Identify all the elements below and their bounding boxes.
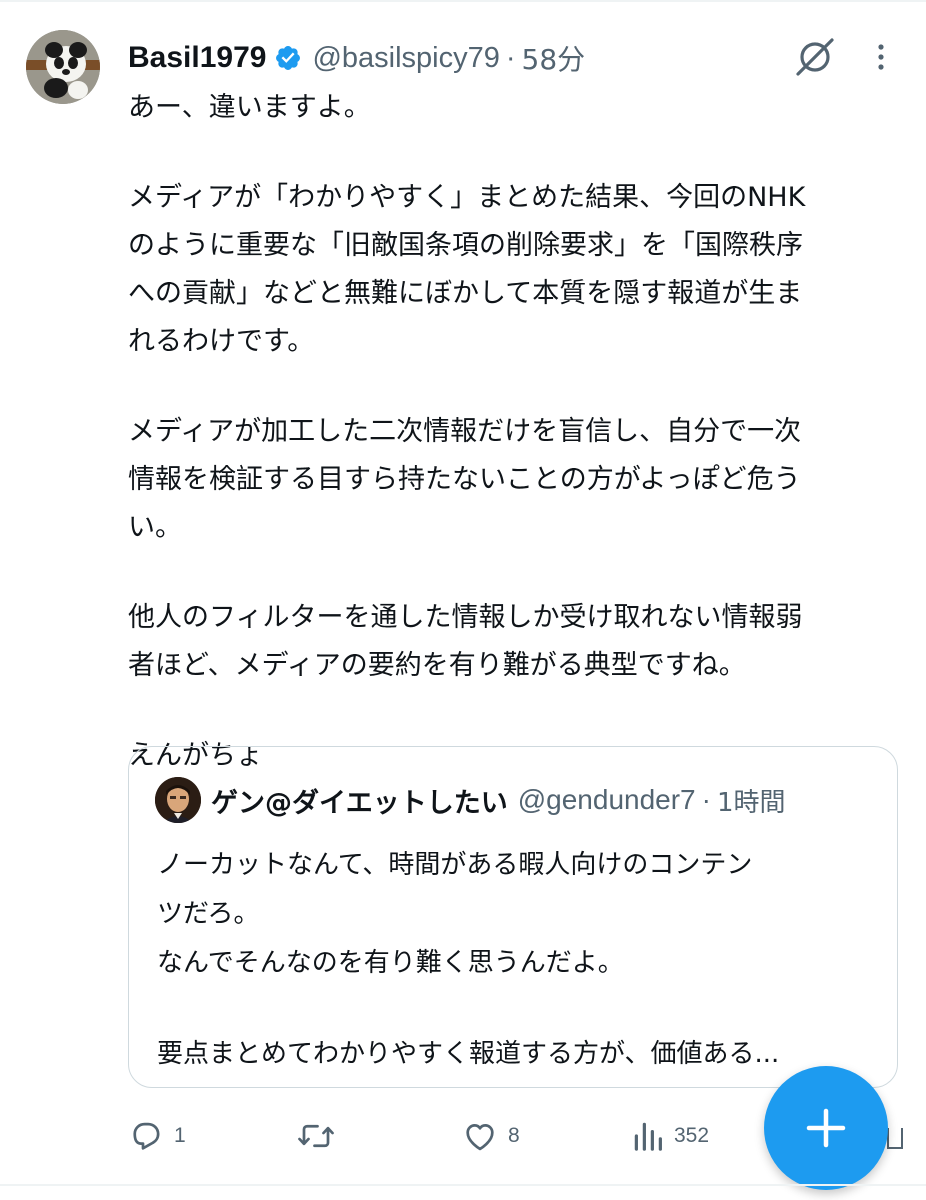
reply-button[interactable]: 1 [128,1108,186,1164]
bottom-divider [0,1184,926,1186]
grok-button[interactable] [790,34,840,80]
reply-count: 1 [174,1124,186,1147]
tweet-body: あー、違いますよ。 メディアが「わかりやすく」まとめた結果、今回のNHK のよう… [128,84,898,780]
compose-post-button[interactable] [764,1066,888,1190]
quote-author-handle[interactable]: @gendunder7 [518,784,696,816]
quote-author-display-name[interactable]: ゲン@ダイエットしたい [211,781,508,820]
author-handle[interactable]: @basilspicy79 [312,42,499,75]
panda-avatar-icon [26,30,100,104]
heart-icon [466,1124,494,1151]
quote-author-avatar[interactable] [155,777,201,823]
tweet-line: い。 [128,512,182,543]
tweet-line: メディアが加工した二次情報だけを盲信し、自分で一次 [128,416,802,447]
tweet-line: 情報を検証する目すら持たないことの方がよっぽど危う [128,464,801,495]
quote-line: 要点まとめてわかりやすく報道する方が、価値ある... [157,1039,780,1069]
tweet-header: Basil1979 @basilspicy79 · 58分 [128,38,585,78]
verified-badge-icon[interactable] [274,44,302,72]
author-avatar[interactable] [26,30,100,104]
like-count: 8 [508,1124,520,1147]
reply-icon [133,1122,160,1150]
separator-dot: · [505,41,516,74]
views-button[interactable]: 352 [632,1108,709,1164]
tweet-line: れるわけです。 [128,326,315,357]
tweet-line: への貢献」などと無難にぼかして本質を隠す報道が生ま [128,278,803,309]
quote-header: ゲン@ダイエットしたい @gendunder7 · 1時間 [211,779,786,821]
portrait-avatar-icon [155,777,201,823]
quote-line: ノーカットなんて、時間がある暇人向けのコンテン [157,850,753,880]
quote-timestamp: 1時間 [716,787,786,818]
quoted-tweet-card[interactable]: ゲン@ダイエットしたい @gendunder7 · 1時間 ノーカットなんて、時… [128,746,898,1088]
like-button[interactable]: 8 [462,1108,520,1164]
tweet-timestamp[interactable]: 58分 [522,38,586,78]
plus-icon [806,1108,846,1148]
views-count: 352 [674,1124,710,1147]
quote-body: ノーカットなんて、時間がある暇人向けのコンテン ツだろ。 なんでそんなのを有り難… [157,841,877,1079]
tweet-line: メディアが「わかりやすく」まとめた結果、今回のNHK [128,182,806,213]
quote-line: なんでそんなのを有り難く思うんだよ。 [157,948,624,978]
more-options-button[interactable] [866,34,896,80]
grok-icon [796,38,834,76]
repost-button[interactable] [296,1108,346,1164]
tweet-line: 者ほど、メディアの要約を有り難がる典型ですね。 [128,650,746,681]
author-display-name[interactable]: Basil1979 [128,41,266,75]
tweet-line: 他人のフィルターを通した情報しか受け取れない情報弱 [128,602,803,633]
views-icon [634,1122,662,1151]
tweet-line: あー、違いますよ。 [128,92,371,123]
top-divider [0,0,926,2]
quote-line: ツだろ。 [157,899,260,929]
repost-icon [298,1124,334,1148]
tweet-line: のように重要な「旧敵国条項の削除要求」を「国際秩序 [128,230,803,261]
more-icon [878,44,884,70]
separator-dot: · [701,784,711,815]
